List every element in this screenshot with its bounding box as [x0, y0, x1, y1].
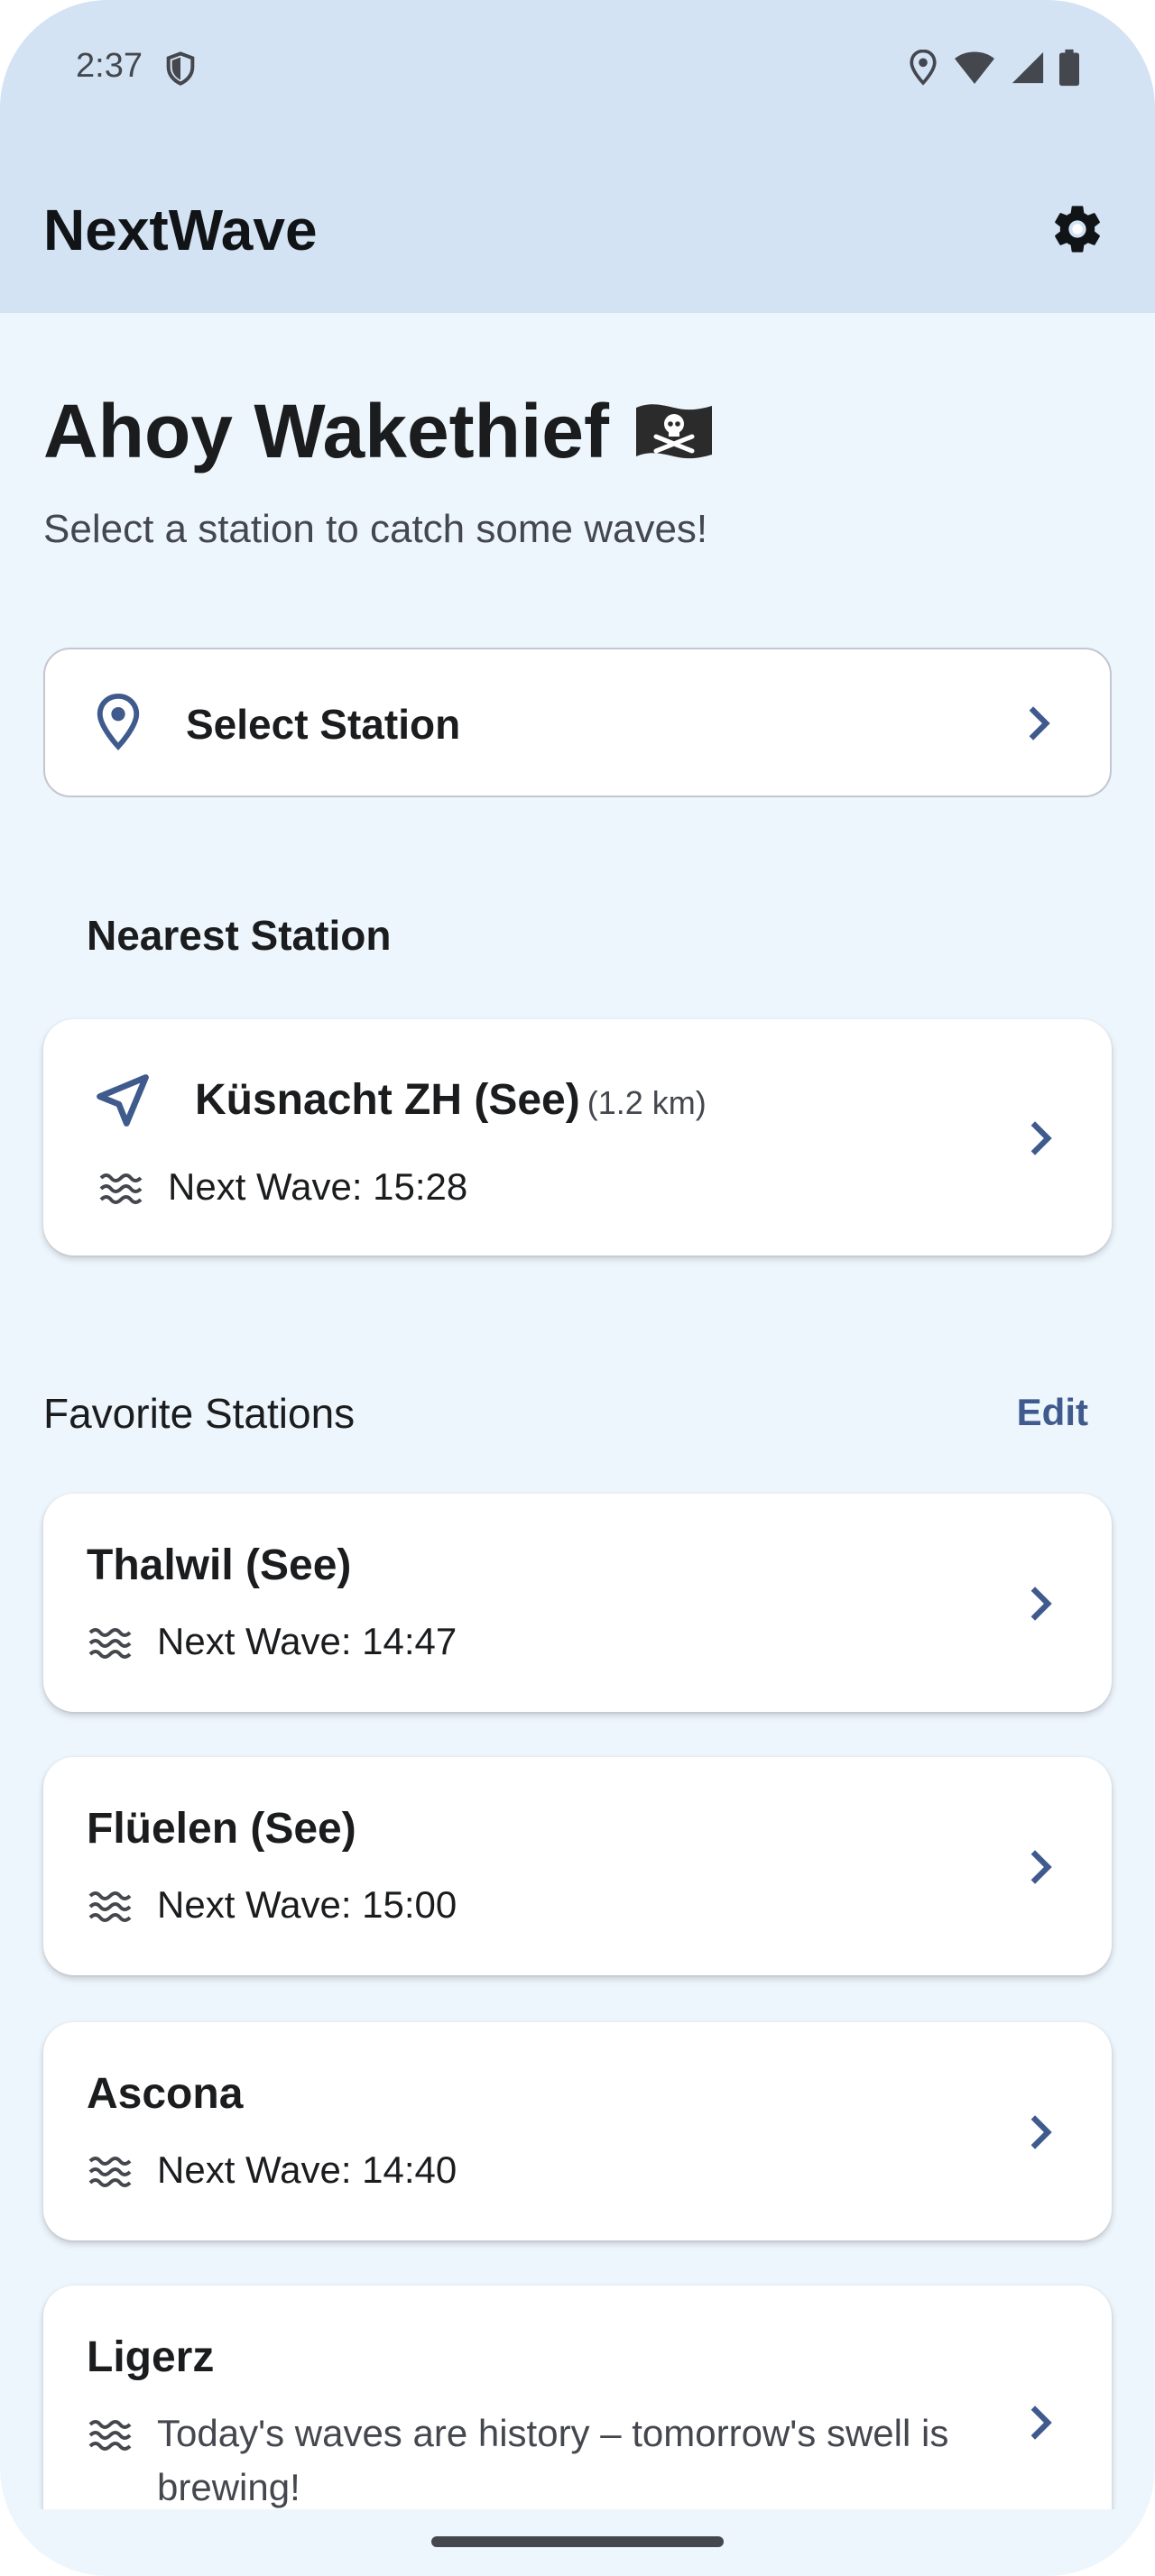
- gear-icon: [1055, 206, 1100, 253]
- top-app-bar: 2:37 NextWave: [0, 0, 1155, 313]
- chevron-right-icon: [1030, 1850, 1052, 1884]
- station-name: Ligerz: [87, 2333, 215, 2381]
- nearest-station-heading: Nearest Station: [87, 912, 392, 959]
- next-wave-row: Next Wave: 15:00: [87, 1878, 457, 1932]
- station-name: Küsnacht ZH (See) (1.2 km): [195, 1075, 707, 1125]
- waves-icon: [99, 1173, 143, 1204]
- app-title: NextWave: [43, 198, 318, 262]
- station-name: Thalwil (See): [87, 1541, 352, 1589]
- status-icons: [908, 49, 1079, 87]
- next-wave-row: Next Wave: 14:47: [87, 1615, 457, 1669]
- shield-icon: [166, 51, 195, 86]
- waves-icon: [88, 1891, 132, 1922]
- next-wave-text: Next Wave: 14:40: [157, 2148, 457, 2191]
- location-icon: [910, 50, 937, 86]
- status-time: 2:37: [76, 47, 143, 85]
- station-name: Flüelen (See): [87, 1805, 356, 1853]
- select-station-button[interactable]: Select Station: [43, 648, 1112, 797]
- next-wave-text: Next Wave: 15:28: [168, 1165, 468, 1208]
- favorite-station-card[interactable]: Flüelen (See) Next Wave: 15:00: [43, 1757, 1112, 1975]
- select-station-label: Select Station: [186, 701, 461, 748]
- edit-favorites-button[interactable]: Edit: [1017, 1391, 1088, 1434]
- station-name: Ascona: [87, 2070, 244, 2118]
- pirate-flag-icon: [635, 403, 712, 458]
- nearest-station-card[interactable]: Küsnacht ZH (See) (1.2 km) Next Wave: 15:…: [43, 1019, 1112, 1256]
- greeting-title: Ahoy Wakethief: [43, 389, 609, 474]
- signal-icon: [1012, 51, 1044, 84]
- wifi-icon: [955, 51, 994, 84]
- chevron-right-icon: [1029, 706, 1050, 741]
- waves-icon: [88, 2157, 132, 2187]
- home-indicator[interactable]: [431, 2536, 724, 2547]
- favorite-stations-heading: Favorite Stations: [43, 1390, 356, 1437]
- app-screen: 2:37 NextWave Ahoy Wakethief Select a st…: [0, 0, 1155, 2576]
- station-name-text: Küsnacht ZH (See): [195, 1076, 580, 1124]
- navigation-arrow-icon: [97, 1074, 149, 1127]
- next-wave-text: Next Wave: 14:47: [157, 1620, 457, 1662]
- settings-button[interactable]: [1041, 193, 1113, 265]
- greeting-subtitle: Select a station to catch some waves!: [43, 507, 708, 551]
- next-wave-row: Next Wave: 14:40: [87, 2143, 457, 2197]
- waves-icon: [88, 1628, 132, 1659]
- greeting: Ahoy Wakethief: [43, 388, 716, 475]
- station-distance: (1.2 km): [587, 1084, 707, 1121]
- favorite-station-card[interactable]: Ascona Next Wave: 14:40: [43, 2022, 1112, 2240]
- chevron-right-icon: [1030, 1121, 1052, 1155]
- next-wave-text: Today's waves are history – tomorrow's s…: [157, 2412, 949, 2508]
- chevron-right-icon: [1030, 2115, 1052, 2149]
- favorite-station-card[interactable]: Thalwil (See) Next Wave: 14:47: [43, 1494, 1112, 1712]
- chevron-right-icon: [1030, 2406, 1052, 2440]
- chevron-right-icon: [1030, 1587, 1052, 1621]
- next-wave-text: Next Wave: 15:00: [157, 1883, 457, 1926]
- waves-icon: [88, 2420, 132, 2451]
- battery-icon: [1059, 49, 1079, 87]
- next-wave-row: Today's waves are history – tomorrow's s…: [87, 2406, 969, 2515]
- location-pin-icon: [97, 693, 140, 750]
- next-wave-row: Next Wave: 15:28: [97, 1160, 467, 1214]
